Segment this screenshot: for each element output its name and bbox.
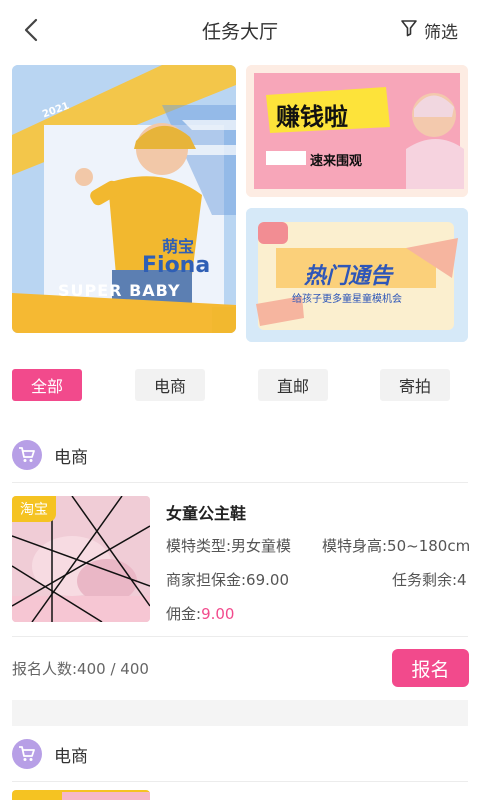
banner-sub-notice: 给孩子更多童星童模机会 [292,294,402,305]
model-type: 模特类型:男女童模 [166,537,292,555]
platform-badge: 淘宝 [12,496,56,522]
commission-label: 佣金: [166,605,202,623]
filter-label: 筛选 [424,23,458,43]
banner-tagline: SUPER BABY [58,281,181,300]
banner-hot-notice[interactable]: 热门通告 给孩子更多童星童模机会 [246,208,468,342]
section-header: 电商 [12,734,468,774]
banner-make-money[interactable]: 赚钱啦 速来围观 [246,65,468,197]
commission: 佣金:9.00 [166,603,234,624]
tab-ecommerce[interactable]: 电商 [135,369,205,401]
banner-headline-money: 赚钱啦 [276,103,348,131]
tab-direct-mail[interactable]: 直邮 [258,369,328,401]
commission-value: 9.00 [201,605,235,623]
section-label: 电商 [54,447,88,468]
task-thumbnail[interactable]: 淘宝 [12,496,150,622]
divider [12,482,468,483]
merchant-deposit: 商家担保金:69.00 [166,571,289,589]
tab-shipping-shoot[interactable]: 寄拍 [380,369,450,401]
signup-count: 报名人数:400 / 400 [12,660,149,678]
tab-all[interactable]: 全部 [12,369,82,401]
section-label: 电商 [54,746,88,767]
section-header: 电商 [12,435,468,475]
section-separator [12,700,468,726]
cart-icon [12,739,42,769]
signup-button[interactable]: 报名 [392,649,469,687]
funnel-icon [400,19,418,42]
divider [12,636,468,637]
category-tabs: 全部 电商 直邮 寄拍 [12,369,468,401]
banner-name-en: Fiona [142,253,211,278]
task-title[interactable]: 女童公主鞋 [166,500,246,524]
task-thumbnail-image [62,792,150,800]
top-bar: 任务大厅 筛选 [0,0,480,60]
tasks-remaining: 任务剩余:4 [392,571,467,589]
filter-button[interactable]: 筛选 [400,18,458,43]
cart-icon [12,440,42,470]
divider [12,781,468,782]
banner-cute-baby[interactable]: 萌宝 Fiona SUPER BABY 2021 [12,65,236,333]
model-height: 模特身高:50~180cm [322,537,471,555]
banner-sub-money: 速来围观 [310,154,363,169]
banner-headline-notice: 热门通告 [304,264,393,289]
